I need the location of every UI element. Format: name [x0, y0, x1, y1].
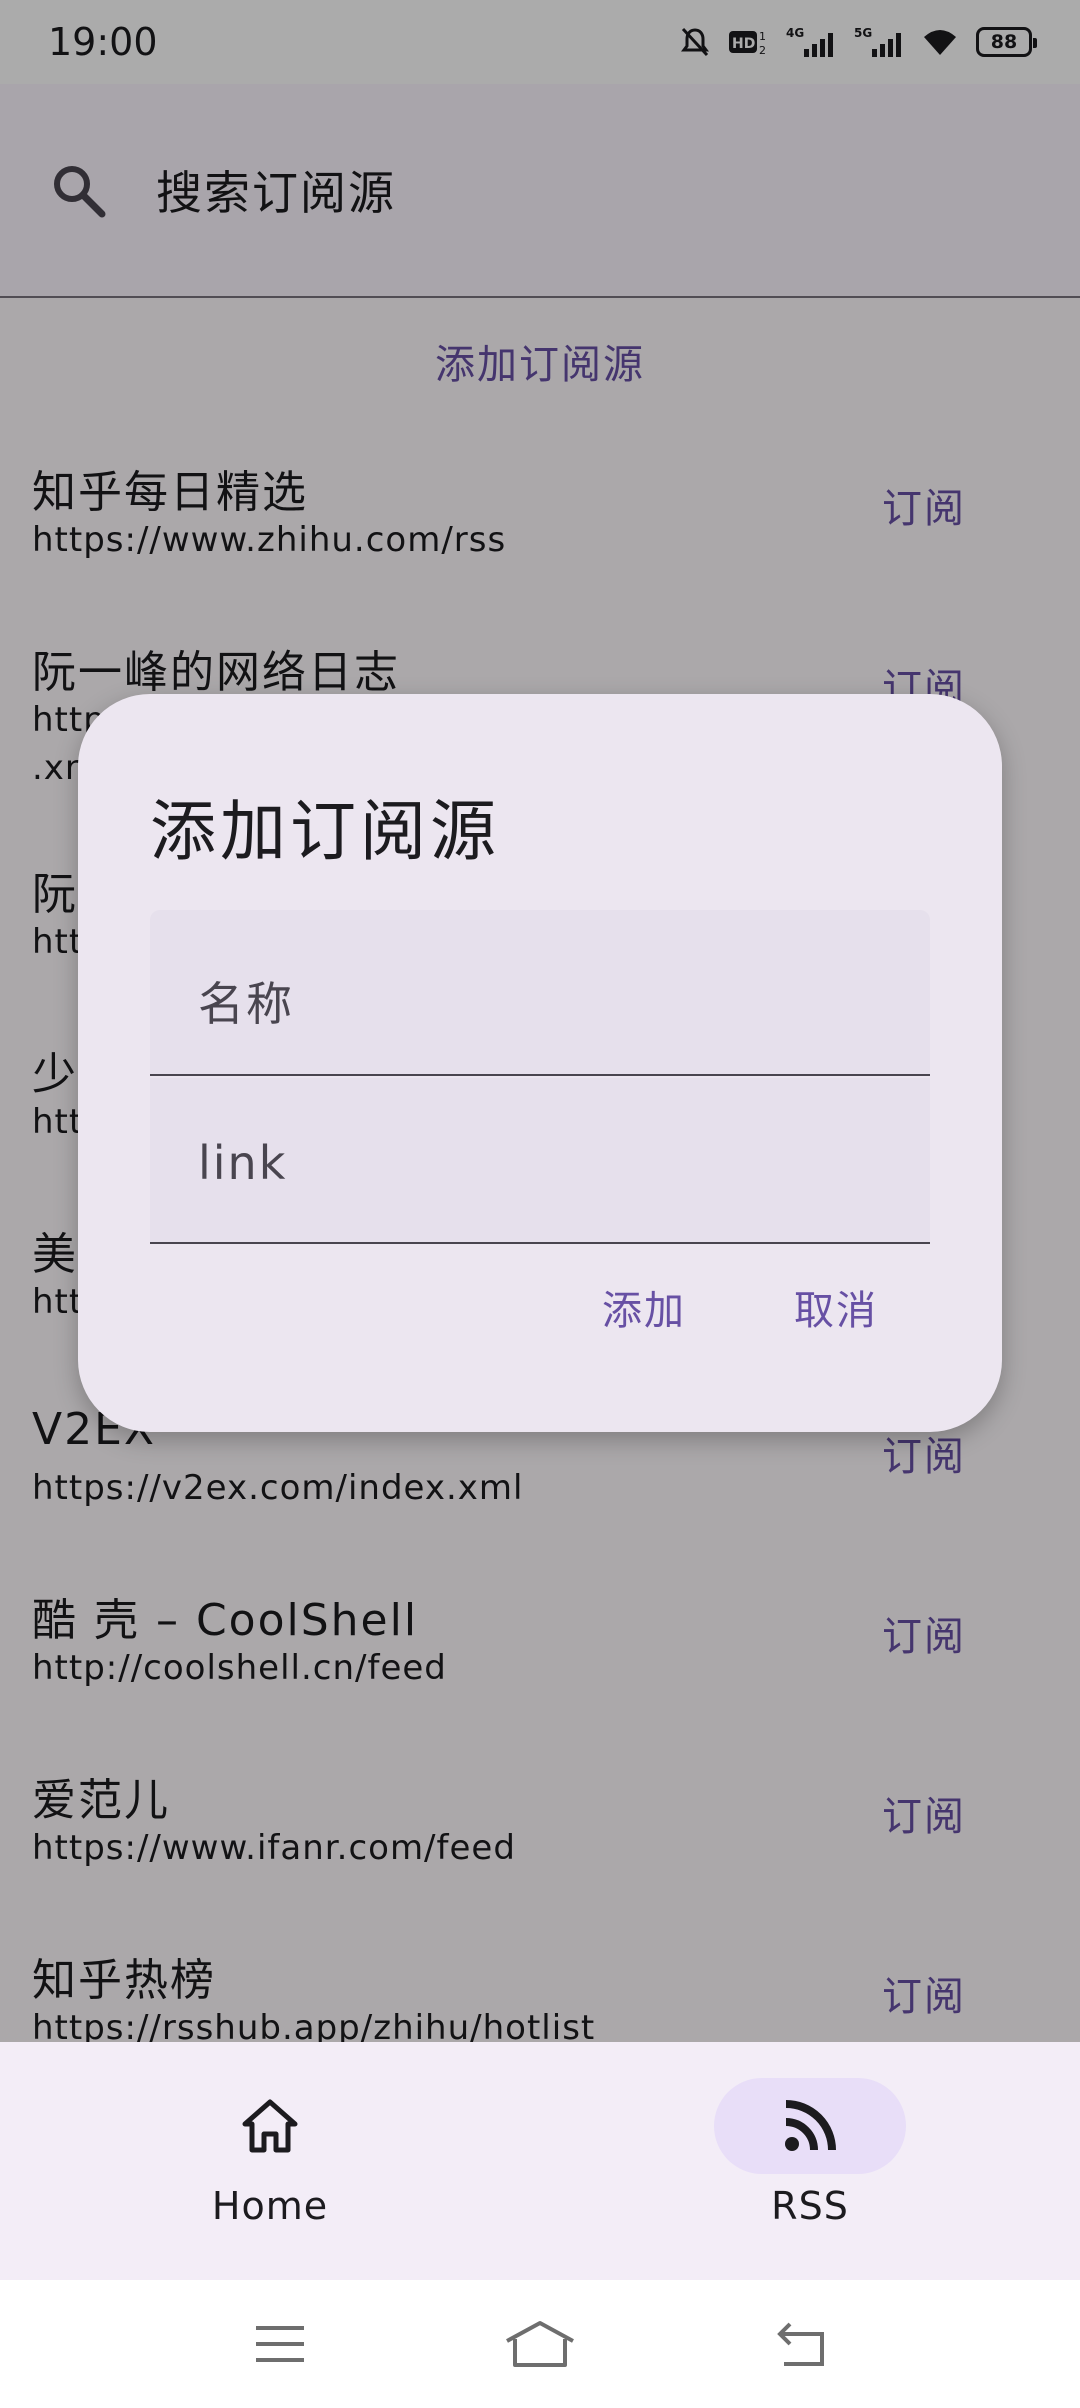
rss-icon: [785, 2100, 836, 2151]
link-field[interactable]: link: [150, 1078, 930, 1244]
nav-item-rss[interactable]: RSS: [540, 2078, 1080, 2258]
dialog-title: 添加订阅源: [150, 793, 500, 870]
back-icon: [777, 2322, 824, 2366]
menu-icon: [256, 2326, 304, 2362]
back-button[interactable]: [755, 2299, 845, 2389]
home-system-button[interactable]: [495, 2299, 585, 2389]
nav-item-home[interactable]: Home: [0, 2078, 540, 2258]
home-icon: [242, 2099, 298, 2153]
nav-label-home: Home: [211, 2184, 329, 2228]
nav-label-rss: RSS: [771, 2184, 849, 2228]
add-button[interactable]: 添加: [602, 1278, 686, 1336]
nav-indicator: [174, 2078, 366, 2174]
nav-indicator-selected: [714, 2078, 906, 2174]
bottom-navigation: Home RSS: [0, 2042, 1080, 2280]
home-outline-icon: [506, 2321, 574, 2367]
system-navigation-bar: [0, 2280, 1080, 2408]
name-field-placeholder: 名称: [198, 977, 294, 1031]
add-source-dialog: 添加订阅源 名称 link 添加 取消: [78, 694, 1002, 1432]
link-field-placeholder: link: [198, 1136, 288, 1190]
cancel-button[interactable]: 取消: [794, 1278, 878, 1336]
name-field[interactable]: 名称: [150, 910, 930, 1076]
menu-button[interactable]: [235, 2299, 325, 2389]
